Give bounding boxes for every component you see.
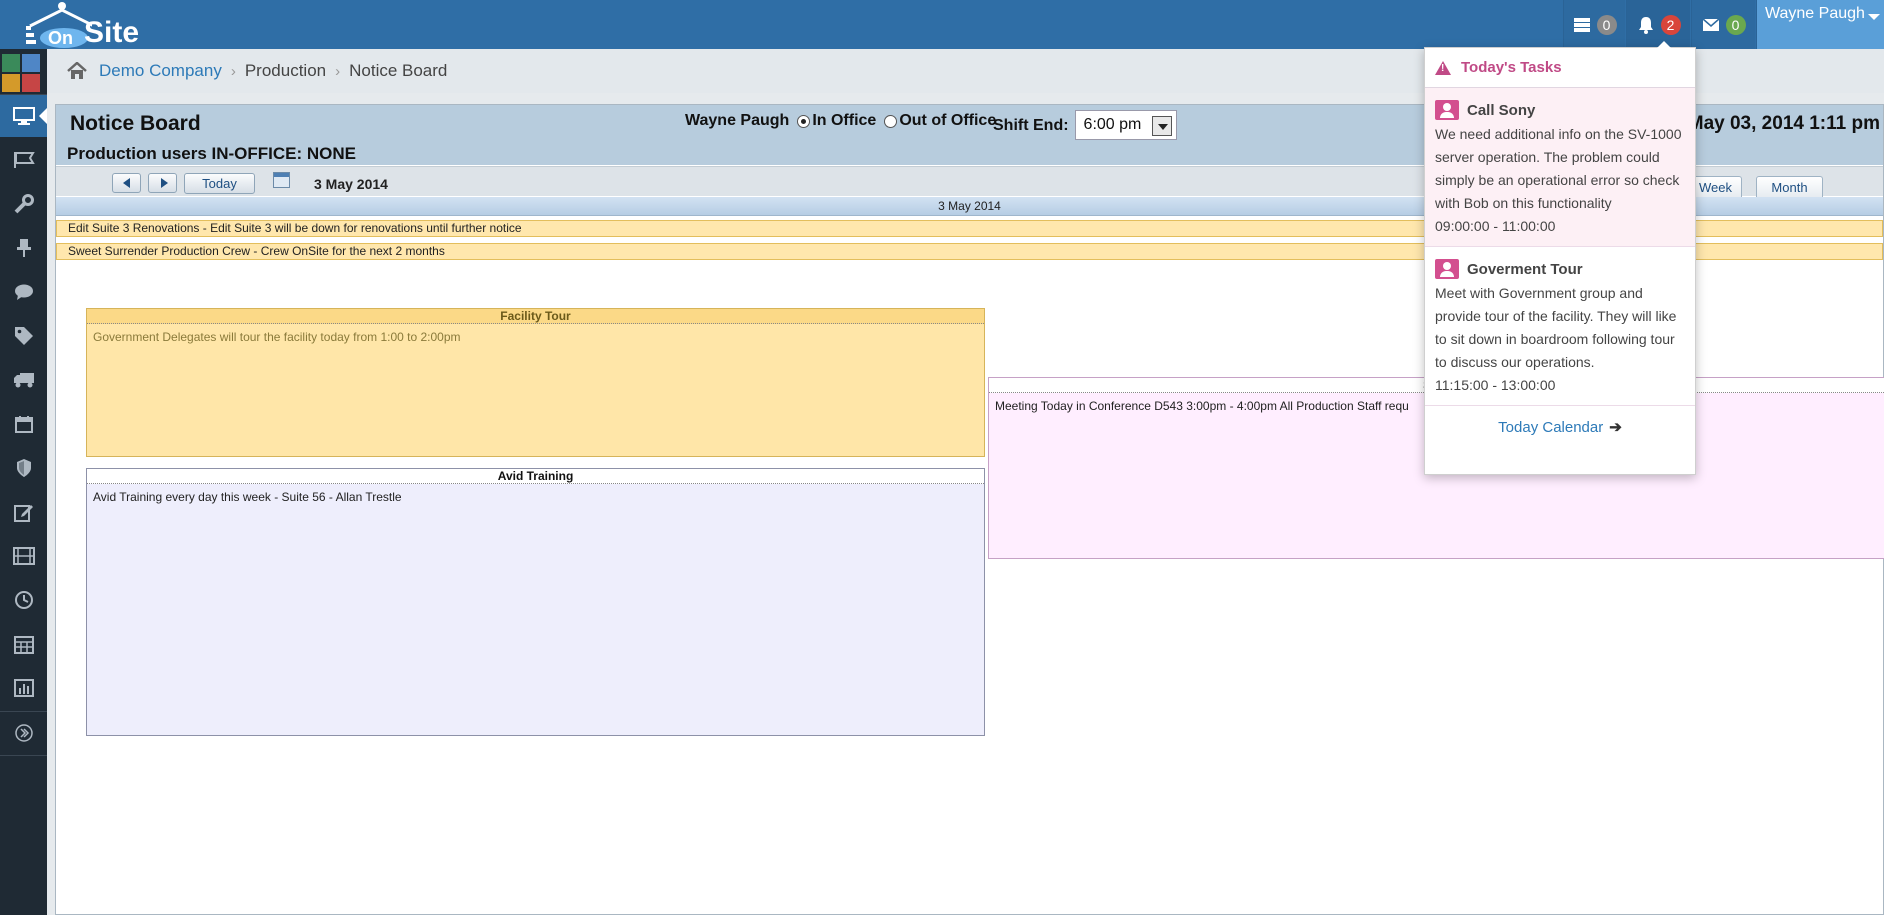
today-calendar-label: Today Calendar bbox=[1498, 419, 1604, 436]
bar-chart-icon bbox=[13, 679, 34, 697]
messages-count-badge: 0 bbox=[1725, 14, 1746, 35]
sidebar-item-maintenance[interactable] bbox=[0, 183, 47, 225]
current-date-label: 3 May 2014 bbox=[314, 176, 388, 192]
task-item[interactable]: Call Sony We need additional info on the… bbox=[1425, 88, 1695, 247]
pin-icon bbox=[16, 239, 31, 257]
messages-button[interactable]: 0 bbox=[1691, 0, 1755, 49]
task-description: We need additional info on the SV-1000 s… bbox=[1435, 126, 1682, 211]
shift-end-label: Shift End: bbox=[993, 117, 1069, 134]
server-icon bbox=[1573, 17, 1590, 32]
breadcrumb-page: Notice Board bbox=[349, 61, 448, 80]
arrow-right-icon: ➔ bbox=[1609, 419, 1622, 436]
dropdown-header: Today's Tasks bbox=[1425, 48, 1695, 88]
page-title: Notice Board bbox=[70, 112, 201, 135]
in-office-label[interactable]: In Office bbox=[812, 112, 876, 130]
office-status-group: Wayne Paugh In Office Out of Office bbox=[685, 112, 996, 130]
out-of-office-radio[interactable] bbox=[884, 114, 898, 128]
sidebar-item-shipping[interactable] bbox=[0, 359, 47, 401]
top-bar: On Site 0 2 0 Wayne Paugh bbox=[0, 0, 1884, 49]
breadcrumb-section[interactable]: Production bbox=[245, 61, 326, 81]
date-picker-icon[interactable] bbox=[273, 172, 290, 188]
sidebar-item-calendar[interactable] bbox=[0, 623, 47, 665]
user-name: Wayne Paugh bbox=[1765, 5, 1865, 22]
previous-day-button[interactable] bbox=[112, 173, 141, 193]
tab-week[interactable]: Week bbox=[1689, 176, 1742, 198]
task-time: 11:15:00 - 13:00:00 bbox=[1435, 377, 1556, 393]
wrench-icon bbox=[14, 194, 34, 214]
logo-house-icon: On bbox=[26, 2, 95, 48]
task-time: 09:00:00 - 11:00:00 bbox=[1435, 218, 1556, 234]
today-calendar-link[interactable]: Today Calendar ➔ bbox=[1425, 406, 1695, 436]
status-user-name: Wayne Paugh bbox=[685, 112, 790, 129]
desktop-icon bbox=[12, 107, 35, 125]
server-status-button[interactable]: 0 bbox=[1563, 0, 1625, 49]
clock-icon bbox=[14, 591, 33, 609]
envelope-icon bbox=[1702, 17, 1719, 31]
calendar-check-icon bbox=[14, 416, 33, 433]
apps-icon[interactable] bbox=[2, 52, 42, 92]
event-title: Facility Tour bbox=[87, 309, 984, 324]
chat-icon bbox=[14, 284, 33, 300]
chevron-down-icon[interactable] bbox=[1151, 116, 1172, 136]
task-description: Meet with Government group and provide t… bbox=[1435, 285, 1677, 370]
truck-icon bbox=[13, 373, 34, 388]
sidebar-item-messages[interactable] bbox=[0, 271, 47, 313]
sidebar-item-media[interactable] bbox=[0, 535, 47, 577]
next-day-button[interactable] bbox=[148, 173, 177, 193]
todays-tasks-dropdown: Today's Tasks Call Sony We need addition… bbox=[1424, 41, 1696, 475]
sidebar-item-bookings[interactable] bbox=[0, 403, 47, 445]
sidebar-item-tags[interactable] bbox=[0, 315, 47, 357]
in-office-summary: Production users IN-OFFICE: NONE bbox=[67, 144, 357, 163]
user-icon bbox=[1435, 259, 1459, 279]
sidebar-item-notice-board[interactable] bbox=[0, 95, 48, 137]
breadcrumb-company[interactable]: Demo Company bbox=[99, 61, 222, 81]
event-facility-tour[interactable]: Facility Tour Government Delegates will … bbox=[86, 308, 985, 457]
current-datetime: May 03, 2014 1:11 pm bbox=[1687, 113, 1880, 134]
shift-end-value: 6:00 pm bbox=[1083, 116, 1142, 133]
breadcrumb-separator-icon: › bbox=[230, 62, 236, 80]
warning-icon bbox=[1435, 60, 1451, 75]
bell-icon bbox=[1638, 16, 1653, 34]
task-title: Goverment Tour bbox=[1467, 260, 1583, 278]
event-title: Avid Training bbox=[87, 469, 984, 484]
sidebar-item-production[interactable] bbox=[0, 139, 47, 181]
onsite-logo[interactable]: On Site bbox=[22, 0, 152, 49]
home-icon[interactable] bbox=[67, 62, 87, 80]
breadcrumb-separator-icon: › bbox=[335, 62, 341, 80]
server-count-badge: 0 bbox=[1596, 14, 1617, 35]
logo-text: Site bbox=[84, 16, 140, 49]
film-icon bbox=[12, 547, 35, 565]
left-sidebar bbox=[0, 49, 48, 915]
task-title: Call Sony bbox=[1467, 101, 1536, 119]
user-icon bbox=[1435, 100, 1459, 120]
shift-end-group: Shift End: 6:00 pm bbox=[993, 110, 1177, 140]
task-item[interactable]: Goverment Tour Meet with Government grou… bbox=[1425, 247, 1695, 406]
event-avid-training[interactable]: Avid Training Avid Training every day th… bbox=[86, 468, 985, 736]
user-menu-button[interactable]: Wayne Paugh bbox=[1756, 0, 1884, 49]
event-body: Government Delegates will tour the facil… bbox=[93, 330, 461, 344]
logo-mark: On bbox=[48, 28, 73, 48]
expand-icon bbox=[14, 724, 33, 742]
sidebar-expand-button[interactable] bbox=[0, 712, 47, 754]
sidebar-item-edit[interactable] bbox=[0, 491, 47, 533]
sidebar-item-security[interactable] bbox=[0, 447, 47, 489]
calendar-icon bbox=[13, 636, 34, 654]
tag-icon bbox=[14, 327, 33, 345]
in-office-radio[interactable] bbox=[797, 114, 811, 128]
sidebar-item-pinned[interactable] bbox=[0, 227, 47, 269]
tab-month[interactable]: Month bbox=[1756, 176, 1823, 198]
event-body: Avid Training every day this week - Suit… bbox=[93, 490, 402, 504]
today-button[interactable]: Today bbox=[184, 173, 255, 194]
sidebar-item-reports[interactable] bbox=[0, 667, 47, 709]
shift-end-select[interactable]: 6:00 pm bbox=[1074, 110, 1177, 140]
notifications-count-badge: 2 bbox=[1660, 14, 1681, 35]
dropdown-title: Today's Tasks bbox=[1461, 59, 1562, 76]
out-of-office-label[interactable]: Out of Office bbox=[899, 112, 996, 130]
sidebar-item-time[interactable] bbox=[0, 579, 47, 621]
flag-icon bbox=[13, 152, 35, 168]
chevron-down-icon bbox=[1868, 14, 1880, 20]
edit-icon bbox=[13, 505, 33, 522]
shield-icon bbox=[16, 459, 31, 477]
